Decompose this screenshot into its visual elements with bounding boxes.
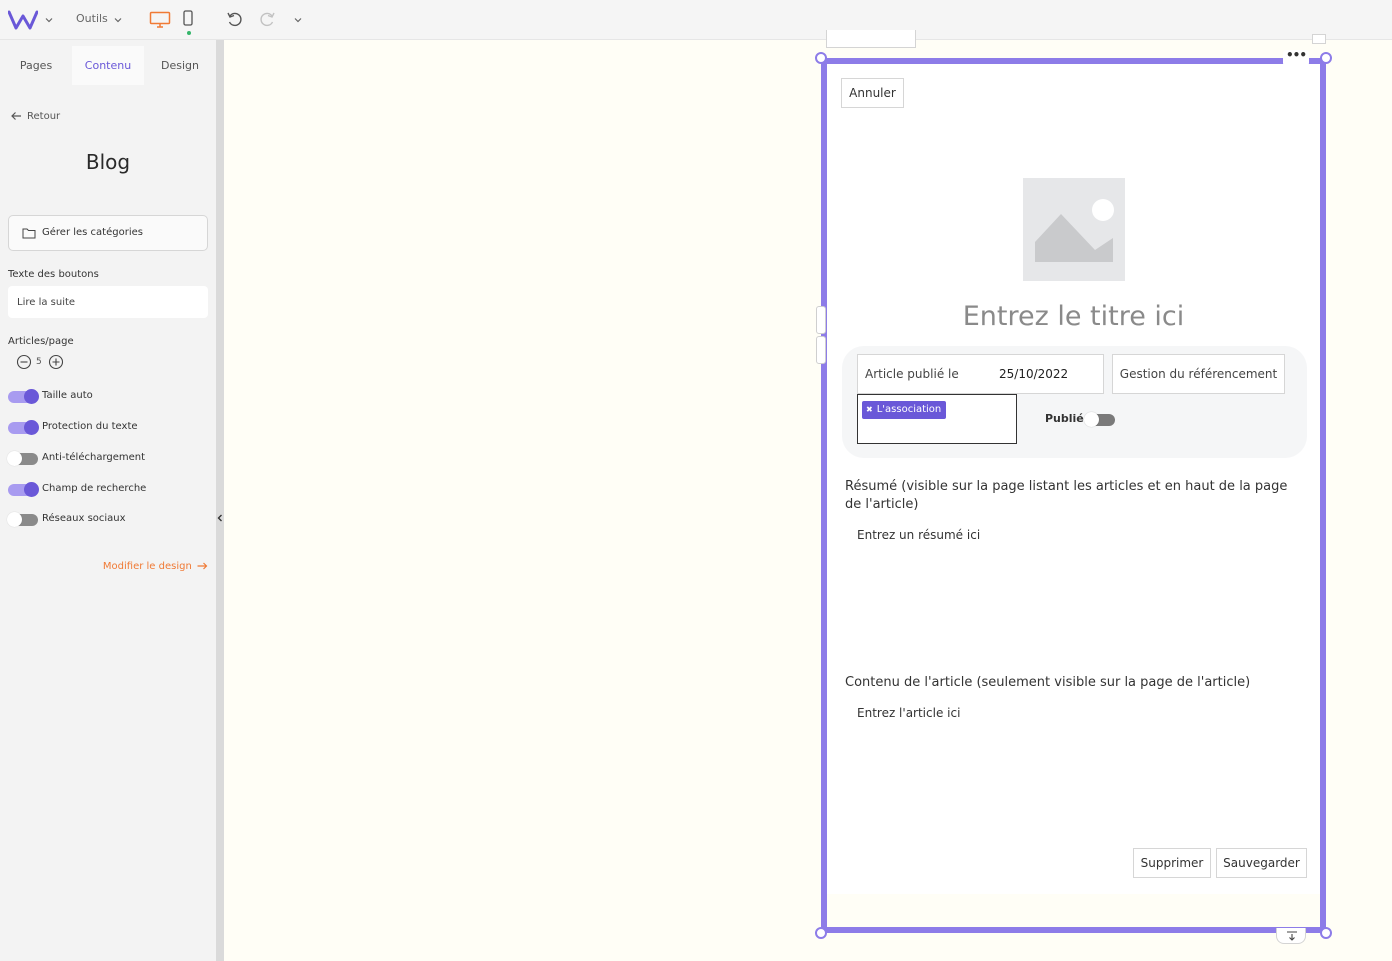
post-meta-panel: Article publié le 25/10/2022 Gestion du … bbox=[842, 346, 1307, 458]
top-toolbar: Outils bbox=[0, 0, 1392, 40]
toggle-switch[interactable] bbox=[8, 482, 39, 497]
save-button[interactable]: Sauvegarder bbox=[1216, 848, 1307, 878]
publish-date-field[interactable]: Article publié le 25/10/2022 bbox=[857, 354, 1104, 394]
cancel-button[interactable]: Annuler bbox=[841, 78, 904, 108]
articles-per-page-label: Articles/page bbox=[8, 336, 74, 347]
sidebar: Pages Contenu Design Retour Blog Gérer l… bbox=[0, 40, 216, 961]
tab-design[interactable]: Design bbox=[144, 46, 216, 85]
modify-design-link[interactable]: Modifier le design bbox=[103, 561, 208, 572]
desktop-view-icon[interactable] bbox=[149, 11, 171, 29]
back-label: Retour bbox=[27, 111, 61, 122]
seo-button[interactable]: Gestion du référencement bbox=[1112, 354, 1285, 394]
toggle-label: Champ de recherche bbox=[42, 483, 147, 494]
folder-icon bbox=[22, 228, 36, 239]
chevron-down-icon[interactable] bbox=[44, 15, 54, 25]
corner-tool-icon[interactable] bbox=[1312, 34, 1326, 44]
manage-categories-label: Gérer les catégories bbox=[42, 227, 143, 238]
element-toolbar[interactable] bbox=[826, 30, 916, 48]
chevron-down-icon[interactable] bbox=[293, 15, 303, 25]
image-icon bbox=[1035, 199, 1114, 262]
resize-handle-left[interactable] bbox=[816, 336, 826, 364]
modify-design-label: Modifier le design bbox=[102, 561, 192, 572]
arrow-right-icon bbox=[197, 562, 208, 570]
redo-icon[interactable] bbox=[258, 11, 276, 29]
summary-textarea[interactable]: Entrez un résumé ici bbox=[857, 528, 980, 542]
toggle-switch[interactable] bbox=[8, 420, 39, 435]
toggle-label: Protection du texte bbox=[42, 421, 138, 432]
collapse-sidebar-icon[interactable] bbox=[216, 513, 224, 523]
back-link[interactable]: Retour bbox=[10, 111, 60, 122]
category-selector[interactable]: ✖ L'association bbox=[857, 394, 1017, 444]
content-textarea[interactable]: Entrez l'article ici bbox=[857, 706, 960, 720]
button-text-label: Texte des boutons bbox=[8, 269, 99, 280]
blog-editor: Annuler Entrez le titre ici Article publ… bbox=[827, 64, 1320, 927]
mobile-view-icon[interactable] bbox=[182, 10, 194, 28]
articles-per-page-value: 5 bbox=[36, 357, 42, 367]
publish-date-value: 25/10/2022 bbox=[999, 367, 1069, 381]
remove-chip-icon[interactable]: ✖ bbox=[866, 405, 873, 414]
more-options-icon[interactable]: ••• bbox=[1283, 49, 1309, 66]
summary-label: Résumé (visible sur la page listant les … bbox=[845, 479, 1288, 512]
manage-categories-button[interactable]: Gérer les catégories bbox=[8, 215, 208, 251]
publish-date-label: Article publié le bbox=[865, 367, 959, 381]
category-chip-label: L'association bbox=[876, 404, 942, 415]
delete-button[interactable]: Supprimer bbox=[1133, 848, 1211, 878]
resize-handle-top-right[interactable] bbox=[1320, 52, 1332, 64]
wix-logo-icon[interactable] bbox=[8, 9, 38, 31]
toggle-switch[interactable] bbox=[7, 512, 38, 527]
featured-image-placeholder[interactable] bbox=[1023, 178, 1125, 281]
mobile-status-dot-icon bbox=[187, 31, 191, 35]
tab-contenu[interactable]: Contenu bbox=[72, 46, 144, 85]
chevron-down-icon[interactable] bbox=[113, 15, 123, 25]
content-label: Contenu de l'article (seulement visible … bbox=[845, 675, 1251, 690]
blog-editor-frame: Annuler Entrez le titre ici Article publ… bbox=[821, 58, 1326, 933]
tab-pages[interactable]: Pages bbox=[0, 46, 72, 85]
sidebar-tabs: Pages Contenu Design bbox=[0, 46, 216, 85]
toggle-label: Taille auto bbox=[42, 390, 93, 401]
plus-circle-icon[interactable] bbox=[48, 354, 64, 370]
published-label: Publié bbox=[1045, 412, 1084, 425]
published-toggle[interactable] bbox=[1084, 412, 1115, 427]
resize-handle-left[interactable] bbox=[816, 306, 826, 334]
toggle-switch[interactable] bbox=[8, 389, 39, 404]
button-text-input[interactable] bbox=[8, 286, 208, 318]
undo-icon[interactable] bbox=[226, 11, 244, 29]
arrow-left-icon bbox=[11, 112, 21, 120]
sidebar-resizer[interactable] bbox=[216, 40, 224, 961]
frame-bottom-area bbox=[827, 894, 1320, 927]
resize-vertical-icon bbox=[1287, 931, 1297, 941]
minus-circle-icon[interactable] bbox=[16, 354, 32, 370]
page-title: Blog bbox=[85, 150, 131, 174]
resize-handle-bottom-right[interactable] bbox=[1320, 927, 1332, 939]
toggle-switch[interactable] bbox=[7, 451, 38, 466]
resize-handle-bottom-left[interactable] bbox=[815, 927, 827, 939]
toggle-label: Réseaux sociaux bbox=[42, 513, 126, 524]
resize-handle-top-left[interactable] bbox=[815, 52, 827, 64]
tools-menu[interactable]: Outils bbox=[76, 12, 108, 25]
toggle-label: Anti-téléchargement bbox=[42, 452, 146, 463]
category-chip[interactable]: ✖ L'association bbox=[862, 401, 947, 419]
post-title-input[interactable]: Entrez le titre ici bbox=[827, 301, 1320, 332]
bottom-resize-grip[interactable] bbox=[1276, 928, 1306, 944]
